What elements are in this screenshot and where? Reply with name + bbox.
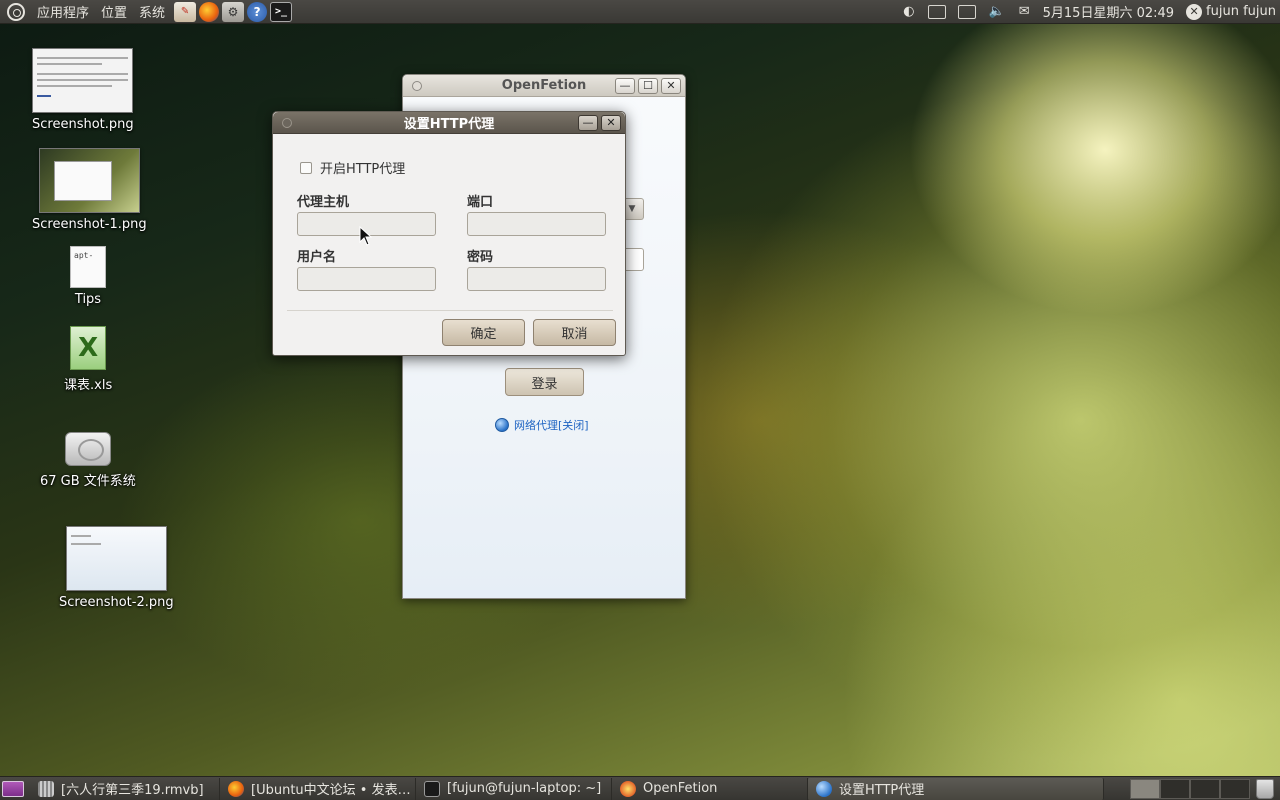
desktop-icon-label: 67 GB 文件系统 bbox=[40, 474, 136, 489]
port-label: 端口 bbox=[467, 195, 494, 210]
openfetion-titlebar[interactable]: OpenFetion — ☐ ✕ bbox=[403, 75, 685, 97]
volume-icon[interactable]: 🔈 bbox=[982, 4, 1012, 19]
desktop-icon-label: Tips bbox=[74, 292, 102, 307]
keyboard-layout-icon[interactable] bbox=[927, 4, 946, 19]
help-icon[interactable]: ? bbox=[247, 1, 268, 22]
desktop-icon-screenshot[interactable]: Screenshot.png bbox=[32, 48, 134, 132]
workspace-2[interactable] bbox=[1160, 778, 1190, 799]
task-label: [Ubuntu中文论坛 • 发表… bbox=[251, 783, 411, 798]
username-label: 用户名 bbox=[297, 250, 337, 265]
desktop-icon-label: Screenshot.png bbox=[32, 117, 134, 132]
task-video[interactable]: [六人行第三季19.rmvb] bbox=[30, 777, 220, 800]
dialog-separator bbox=[287, 310, 613, 311]
top-panel-left: 应用程序 位置 系统 ✎ ⚙ ? >_ bbox=[0, 0, 293, 24]
window-menu-icon[interactable] bbox=[282, 117, 292, 128]
task-firefox[interactable]: [Ubuntu中文论坛 • 发表… bbox=[220, 777, 416, 800]
menu-applications[interactable]: 应用程序 bbox=[31, 2, 95, 21]
user-name: fujun fujun bbox=[1206, 4, 1276, 19]
desktop-icon-xls[interactable]: X 课表.xls bbox=[64, 326, 112, 393]
username-input[interactable] bbox=[297, 267, 436, 291]
show-desktop-icon[interactable] bbox=[2, 780, 24, 797]
enable-proxy-checkbox-row[interactable]: 开启HTTP代理 bbox=[300, 158, 405, 177]
top-panel: 应用程序 位置 系统 ✎ ⚙ ? >_ ◐ 🔈 ✉ 5月15日星期六 02:49… bbox=[0, 0, 1280, 24]
top-panel-right: ◐ 🔈 ✉ 5月15日星期六 02:49 ✕ fujun fujun bbox=[896, 0, 1280, 24]
desktop-icon-label: 课表.xls bbox=[64, 378, 113, 393]
enable-proxy-label: 开启HTTP代理 bbox=[320, 162, 406, 177]
workspace-4[interactable] bbox=[1220, 778, 1250, 799]
workspace-1[interactable] bbox=[1130, 778, 1160, 799]
task-terminal[interactable]: [fujun@fujun-laptop: ~] bbox=[416, 777, 612, 800]
network-icon[interactable]: ◐ bbox=[896, 4, 921, 19]
maximize-button[interactable]: ☐ bbox=[638, 77, 658, 94]
fetion-icon bbox=[620, 780, 636, 797]
terminal-icon bbox=[424, 780, 440, 797]
desktop-icon-filesystem[interactable]: 67 GB 文件系统 bbox=[40, 432, 136, 489]
spreadsheet-icon: X bbox=[70, 326, 107, 370]
system-monitor-icon[interactable]: ⚙ bbox=[222, 1, 245, 22]
task-openfetion[interactable]: OpenFetion bbox=[612, 777, 808, 800]
mail-icon[interactable]: ✉ bbox=[1012, 4, 1037, 19]
terminal-icon[interactable]: >_ bbox=[270, 1, 293, 22]
globe-icon bbox=[816, 780, 832, 797]
http-proxy-dialog: 设置HTTP代理 — ✕ 开启HTTP代理 代理主机 端口 用户名 密码 确定 … bbox=[272, 111, 626, 356]
enable-proxy-checkbox[interactable] bbox=[300, 161, 312, 174]
login-button[interactable]: 登录 bbox=[505, 368, 584, 396]
dialog-title: 设置HTTP代理 bbox=[403, 117, 495, 132]
ubuntu-logo-icon[interactable] bbox=[7, 2, 25, 21]
desktop-icon-label: Screenshot-1.png bbox=[32, 217, 147, 232]
text-file-icon: apt- bbox=[70, 246, 106, 288]
network-proxy-label: 网络代理[关闭] bbox=[514, 419, 589, 432]
close-button[interactable]: ✕ bbox=[601, 114, 621, 131]
user-menu[interactable]: ✕ fujun fujun bbox=[1182, 3, 1280, 20]
desktop-icon-screenshot-2[interactable]: Screenshot-2.png bbox=[59, 526, 174, 610]
hard-drive-icon bbox=[64, 432, 111, 466]
image-thumbnail-icon bbox=[32, 48, 134, 113]
port-input[interactable] bbox=[467, 212, 606, 236]
video-icon bbox=[38, 780, 54, 797]
firefox-icon bbox=[228, 780, 244, 797]
task-label: [六人行第三季19.rmvb] bbox=[61, 783, 204, 798]
image-thumbnail-icon bbox=[65, 526, 167, 591]
menu-system[interactable]: 系统 bbox=[133, 2, 171, 21]
window-menu-icon[interactable] bbox=[412, 80, 422, 91]
task-label: OpenFetion bbox=[643, 781, 718, 796]
globe-icon bbox=[495, 418, 509, 432]
dialog-titlebar[interactable]: 设置HTTP代理 — ✕ bbox=[273, 112, 625, 134]
firefox-icon[interactable] bbox=[199, 1, 220, 22]
network-proxy-link[interactable]: 网络代理[关闭] bbox=[495, 417, 589, 433]
mouse-cursor-icon bbox=[359, 226, 373, 246]
proxy-host-label: 代理主机 bbox=[297, 195, 350, 210]
trash-icon[interactable] bbox=[1256, 778, 1274, 799]
image-thumbnail-icon bbox=[38, 148, 140, 213]
input-method-icon[interactable] bbox=[957, 4, 976, 19]
cancel-button[interactable]: 取消 bbox=[533, 319, 616, 346]
task-label: 设置HTTP代理 bbox=[839, 783, 925, 798]
password-input[interactable] bbox=[623, 248, 644, 271]
desktop-icon-tips[interactable]: apt- Tips bbox=[70, 246, 106, 307]
password-input[interactable] bbox=[467, 267, 606, 291]
task-http-proxy[interactable]: 设置HTTP代理 bbox=[808, 777, 1104, 800]
ok-button[interactable]: 确定 bbox=[442, 319, 525, 346]
workspace-3[interactable] bbox=[1190, 778, 1220, 799]
workspace-switcher bbox=[1130, 778, 1250, 799]
desktop-icon-screenshot-1[interactable]: Screenshot-1.png bbox=[32, 148, 147, 232]
minimize-button[interactable]: — bbox=[578, 114, 598, 131]
task-label: [fujun@fujun-laptop: ~] bbox=[447, 781, 602, 796]
clock[interactable]: 5月15日星期六 02:49 bbox=[1037, 2, 1182, 21]
minimize-button[interactable]: — bbox=[615, 77, 635, 94]
menu-places[interactable]: 位置 bbox=[95, 2, 133, 21]
bottom-panel: [六人行第三季19.rmvb] [Ubuntu中文论坛 • 发表… [fujun… bbox=[0, 776, 1280, 800]
text-editor-icon[interactable]: ✎ bbox=[174, 1, 197, 22]
password-label: 密码 bbox=[467, 250, 494, 265]
desktop-icon-label: Screenshot-2.png bbox=[59, 595, 174, 610]
close-button[interactable]: ✕ bbox=[661, 77, 681, 94]
session-icon: ✕ bbox=[1186, 3, 1203, 20]
